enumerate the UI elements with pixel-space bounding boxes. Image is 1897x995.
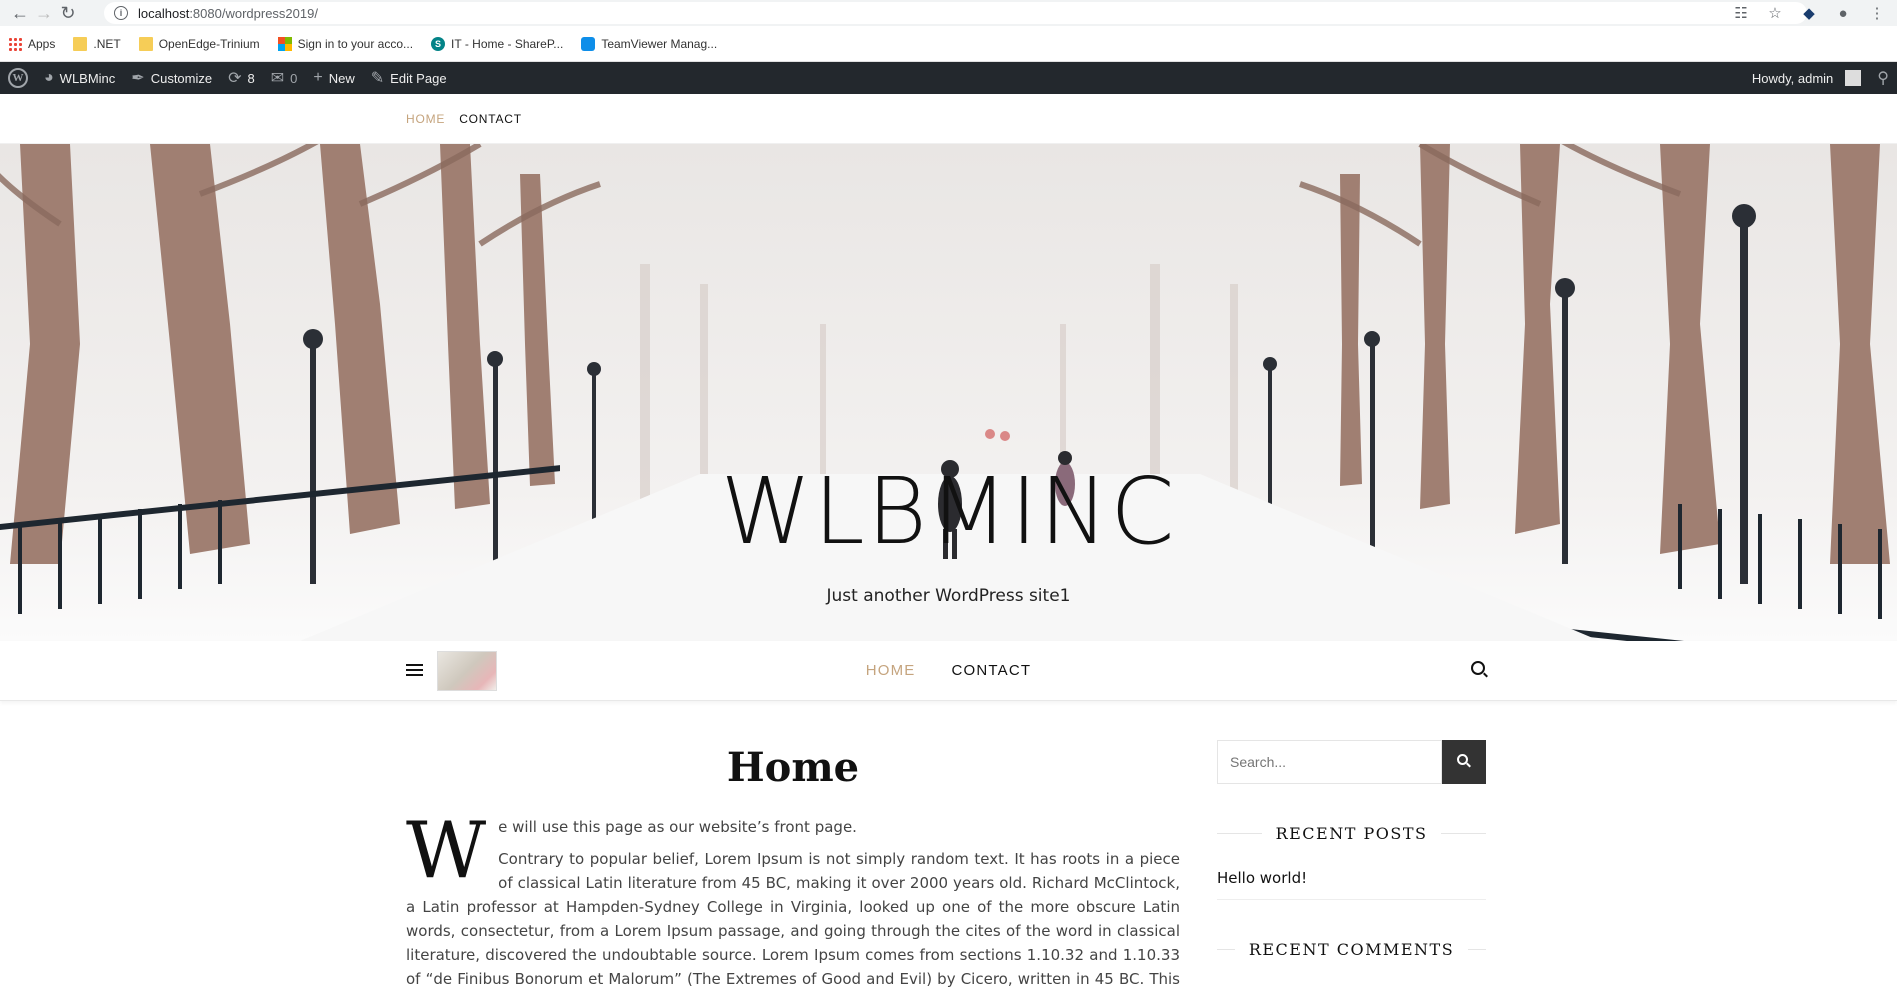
top-menu-home[interactable]: HOME — [406, 112, 445, 126]
recent-posts-title: RECENT POSTS — [1217, 824, 1486, 843]
search-input[interactable] — [1217, 740, 1442, 784]
sidebar-toggle-icon[interactable] — [406, 664, 423, 679]
nav-contact[interactable]: CONTACT — [952, 662, 1032, 679]
avatar — [1845, 70, 1862, 86]
main-navigation: HOME CONTACT — [0, 641, 1897, 701]
header-image: WLBMINC Just another WordPress site1 — [0, 144, 1897, 641]
forward-icon[interactable]: → — [32, 1, 56, 25]
extension-icon[interactable]: ◆ — [1799, 4, 1819, 22]
sharepoint-icon: S — [431, 36, 446, 51]
comment-icon: ✉ — [270, 70, 285, 87]
browser-toolbar: ← → ↻ i localhost:8080/wordpress2019/ ☷ … — [0, 0, 1897, 26]
sidebar: RECENT POSTS Hello world! RECENT COMMENT… — [1217, 740, 1486, 959]
brush-icon: ✒ — [131, 70, 145, 87]
page-entry: W e will use this page as our website’s … — [406, 806, 1180, 995]
address-bar[interactable]: i localhost:8080/wordpress2019/ — [104, 2, 1807, 24]
customize-link[interactable]: ✒ Customize — [123, 62, 220, 94]
wp-admin-bar: W ◕ WLBMinc ✒ Customize ⟳ 8 ✉ 0 + New ✎ Edit P… — [0, 62, 1897, 94]
header-logo-thumbnail[interactable] — [437, 651, 497, 691]
plus-icon: + — [313, 69, 323, 86]
bookmark-sharepoint[interactable]: S IT - Home - ShareP... — [431, 36, 563, 51]
wp-logo-menu[interactable]: W — [0, 62, 36, 94]
top-menu: HOME CONTACT — [0, 94, 1897, 144]
site-name-menu[interactable]: ◕ WLBMinc — [36, 62, 123, 94]
nav-home[interactable]: HOME — [866, 662, 916, 679]
folder-icon — [138, 36, 153, 51]
new-content-menu[interactable]: + New — [305, 62, 362, 94]
recent-comments-title: RECENT COMMENTS — [1217, 940, 1486, 959]
bookmark-microsoft[interactable]: Sign in to your acco... — [277, 36, 413, 51]
apps-grid-icon — [8, 36, 22, 51]
site-title[interactable]: WLBMINC — [0, 466, 1897, 558]
bookmark-dotnet[interactable]: .NET — [73, 36, 121, 51]
pencil-icon: ✎ — [370, 70, 385, 87]
search-icon — [1457, 754, 1468, 765]
page-title: Home — [726, 744, 860, 791]
admin-search[interactable]: ⚲ — [1869, 62, 1897, 94]
dropcap: W — [406, 806, 487, 896]
bookmark-openedge[interactable]: OpenEdge-Trinium — [138, 36, 260, 51]
wordpress-icon: W — [8, 68, 28, 88]
top-menu-contact[interactable]: CONTACT — [459, 112, 522, 126]
back-icon[interactable]: ← — [8, 1, 32, 25]
updates-icon: ⟳ — [228, 70, 242, 87]
teamviewer-icon — [581, 36, 596, 51]
search-icon[interactable] — [1471, 661, 1485, 675]
url-host: localhost — [138, 5, 190, 21]
edit-page-link[interactable]: ✎ Edit Page — [363, 62, 455, 94]
folder-icon — [73, 36, 88, 51]
snowy-park-illustration — [0, 144, 1897, 641]
site-tagline: Just another WordPress site1 — [826, 586, 1071, 606]
url-path: :8080/wordpress2019/ — [189, 5, 318, 21]
reload-icon[interactable]: ↻ — [56, 1, 80, 25]
translate-icon[interactable]: ☷ — [1731, 4, 1751, 22]
my-account-menu[interactable]: Howdy, admin — [1744, 62, 1869, 94]
search-icon: ⚲ — [1877, 70, 1889, 87]
recent-post-link[interactable]: Hello world! — [1217, 843, 1486, 900]
comments-link[interactable]: ✉ 0 — [263, 62, 306, 94]
bookmarks-bar: Apps .NET OpenEdge-Trinium Sign in to yo… — [0, 26, 1897, 62]
bookmark-apps[interactable]: Apps — [8, 36, 55, 51]
bookmark-teamviewer[interactable]: TeamViewer Manag... — [581, 36, 717, 51]
site-info-icon[interactable]: i — [114, 6, 128, 20]
dashboard-icon: ◕ — [44, 69, 54, 86]
microsoft-icon — [277, 36, 292, 51]
menu-icon[interactable]: ⋮ — [1867, 4, 1887, 22]
bookmark-star-icon[interactable]: ☆ — [1765, 4, 1785, 22]
search-button[interactable] — [1442, 740, 1486, 784]
intro-paragraph: e will use this page as our website’s fr… — [498, 818, 857, 836]
profile-icon[interactable]: ● — [1833, 5, 1853, 22]
sidebar-search — [1217, 740, 1486, 784]
body-paragraph: Contrary to popular belief, Lorem Ipsum … — [406, 850, 1180, 995]
updates-link[interactable]: ⟳ 8 — [220, 62, 263, 94]
